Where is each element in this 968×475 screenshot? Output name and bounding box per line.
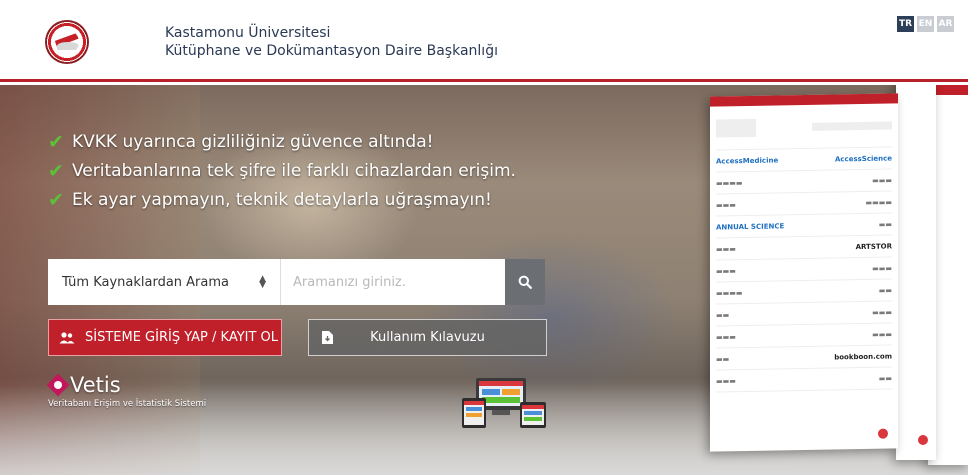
guide-button-label: Kullanım Kılavuzu (370, 330, 485, 345)
site-header: Kastamonu Üniversitesi Kütüphane ve Dokü… (0, 0, 968, 82)
search-input[interactable] (281, 259, 505, 305)
lang-tr[interactable]: TR (897, 16, 914, 32)
preview-brand-label: AccessMedicine (716, 155, 779, 166)
claim-item: ✔ Ek ayar yapmayın, teknik detaylarla uğ… (48, 185, 516, 214)
vetis-logo-icon (48, 375, 68, 395)
search-icon (518, 275, 532, 289)
user-guide-button[interactable]: Kullanım Kılavuzu (308, 319, 547, 356)
department-name: Kütüphane ve Dokümantasyon Daire Başkanl… (165, 43, 498, 59)
login-register-button[interactable]: SİSTEME GİRİŞ YAP / KAYIT OL (48, 319, 282, 356)
check-icon: ✔ (48, 188, 64, 211)
feature-claims: ✔ KVKK uyarınca gizliliğiniz güvence alt… (48, 127, 516, 214)
institution-name: Kastamonu Üniversitesi Kütüphane ve Dokü… (165, 24, 498, 60)
vetis-name: Vetis (70, 373, 121, 397)
preview-brand-label: bookboon.com (834, 351, 892, 361)
check-icon: ✔ (48, 130, 64, 153)
hero-section: ✔ KVKK uyarınca gizliliğiniz güvence alt… (0, 85, 968, 475)
claim-text: KVKK uyarınca gizliliğiniz güvence altın… (72, 131, 434, 152)
vetis-tagline: Veritabanı Erişim ve İstatistik Sistemi (48, 399, 207, 409)
search-button[interactable] (505, 259, 545, 305)
search-scope-value: Tüm Kaynaklardan Arama (62, 274, 230, 290)
preview-brand-label: AccessScience (834, 153, 892, 163)
lang-en[interactable]: EN (917, 16, 934, 32)
preview-brand-label: ARTSTOR (855, 241, 892, 251)
check-icon: ✔ (48, 159, 64, 182)
vetis-brand: Vetis Veritabanı Erişim ve İstatistik Si… (48, 373, 206, 409)
language-switcher: TR EN AR (897, 16, 954, 32)
devices-illustration (462, 378, 546, 428)
search-bar: Tüm Kaynaklardan Arama ▲ ▼ (48, 259, 545, 305)
university-name: Kastamonu Üniversitesi (165, 25, 331, 41)
claim-text: Ek ayar yapmayın, teknik detaylarla uğra… (72, 189, 492, 210)
download-document-icon (309, 331, 345, 344)
preview-brand-label: ANNUAL SCIENCE (716, 221, 785, 232)
login-button-label: SİSTEME GİRİŞ YAP / KAYIT OL (85, 330, 279, 345)
preview-screenshot-stack: AccessMedicine AccessScience ▬▬▬▬ ▬▬▬ ▬▬▬ ▬… (700, 85, 968, 475)
users-icon (49, 331, 85, 344)
claim-item: ✔ Veritabanlarına tek şifre ile farklı c… (48, 156, 516, 185)
preview-page-front: AccessMedicine AccessScience ▬▬▬▬ ▬▬▬ ▬▬▬ ▬… (710, 93, 898, 452)
select-arrows-icon: ▲ ▼ (259, 274, 266, 290)
claim-item: ✔ KVKK uyarınca gizliliğiniz güvence alt… (48, 127, 516, 156)
claim-text: Veritabanlarına tek şifre ile farklı cih… (72, 160, 516, 181)
preview-page-middle (896, 85, 936, 460)
lang-ar[interactable]: AR (937, 16, 954, 32)
university-logo[interactable] (45, 20, 89, 64)
search-scope-select[interactable]: Tüm Kaynaklardan Arama ▲ ▼ (48, 259, 281, 305)
